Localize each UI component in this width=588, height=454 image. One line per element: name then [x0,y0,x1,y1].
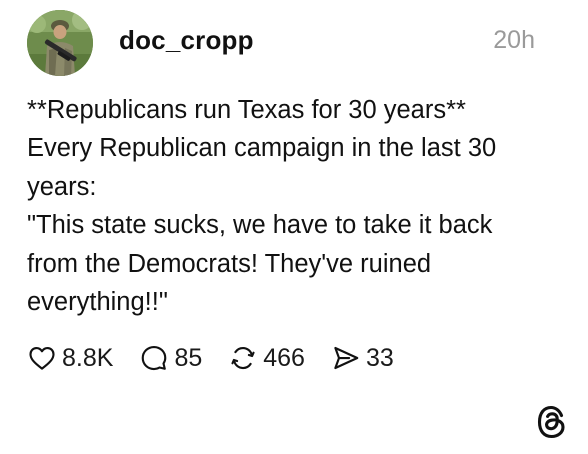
share-button[interactable]: 33 [331,343,394,373]
repost-icon [231,346,255,370]
post-text-line: Every Republican campaign in the last 30 [27,134,497,163]
post-text: **Republicans run Texas for 30 years** E… [27,91,557,321]
post-text-line: everything!!" [27,288,168,317]
threads-post: doc_cropp 20h **Republicans run Texas fo… [0,0,588,454]
post-text-line: "This state sucks, we have to take it ba… [27,211,493,240]
repost-count: 466 [263,343,305,372]
timestamp: 20h [493,26,535,54]
post-text-line: from the Democrats! They've ruined [27,249,432,278]
post-text-line: **Republicans run Texas for 30 years** [27,96,466,124]
avatar[interactable] [27,10,93,76]
share-count: 33 [365,343,394,372]
post-text-line: years: [27,172,97,201]
send-icon [334,346,359,370]
comment-icon [142,345,167,371]
reply-button[interactable]: 85 [139,343,202,373]
username[interactable]: doc_cropp [119,25,254,56]
reply-count: 85 [174,343,203,372]
like-count: 8.8K [62,343,114,372]
heart-icon [29,346,55,370]
like-button[interactable]: 8.8K [27,343,113,373]
action-bar: 8.8K 85 466 33 [27,340,420,376]
soldier-avatar-image [27,10,93,76]
repost-button[interactable]: 466 [228,343,305,373]
threads-logo-icon [535,404,568,440]
